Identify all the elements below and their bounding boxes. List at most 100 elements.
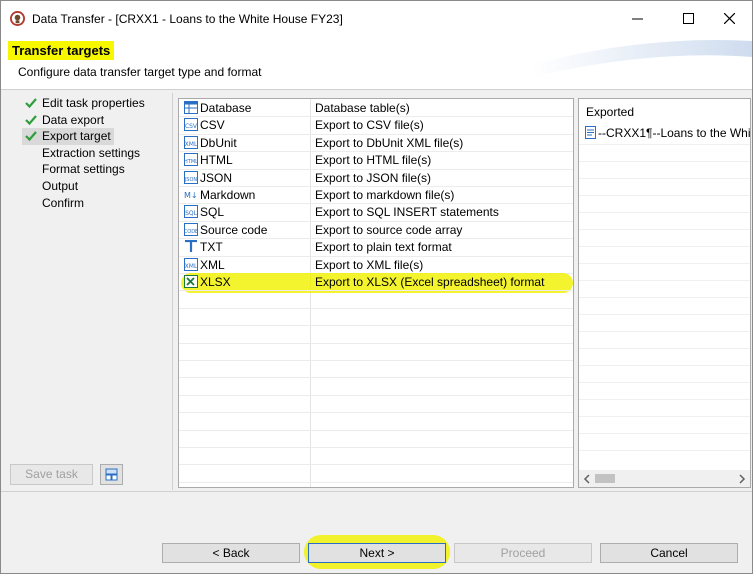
dbeaver-app-icon (10, 11, 25, 26)
step-label: Format settings (42, 162, 125, 177)
empty-row (179, 308, 573, 327)
svg-text:HTML: HTML (184, 159, 198, 165)
svg-text:XML: XML (185, 263, 198, 270)
step-label: Extraction settings (42, 145, 141, 160)
source-code-icon: CODE (184, 222, 198, 236)
svg-text:SQL: SQL (185, 210, 198, 217)
html-icon: HTML (184, 153, 198, 167)
json-icon: JSON (184, 170, 198, 184)
target-name: Markdown (200, 188, 256, 202)
empty-row (179, 290, 573, 309)
check-icon (25, 131, 37, 142)
target-description: Database table(s) (315, 101, 410, 115)
panel-divider (172, 93, 173, 490)
task-config-icon (105, 468, 118, 481)
empty-row (179, 464, 573, 483)
maximize-button[interactable] (665, 1, 711, 35)
target-description: Export to JSON file(s) (315, 170, 432, 185)
target-name: TXT (200, 240, 223, 255)
target-row-sql[interactable]: SQL SQL Export to SQL INSERT statements (179, 203, 573, 222)
next-button[interactable]: Next > (308, 543, 446, 563)
empty-row (179, 343, 573, 361)
check-icon (25, 114, 37, 125)
target-row-markdown[interactable]: M↓ Markdown Export to markdown file(s) (179, 186, 573, 205)
page-title: Transfer targets (8, 41, 115, 60)
target-description: Export to HTML file(s) (315, 153, 432, 168)
target-row-database[interactable]: Database Database table(s) (179, 99, 573, 118)
target-description: Export to source code array (315, 222, 463, 237)
target-name: JSON (200, 170, 233, 185)
close-icon (723, 12, 735, 24)
step-label: Export target (42, 129, 111, 144)
txt-icon (185, 240, 197, 253)
target-description: Export to CSV file(s) (315, 118, 424, 133)
wizard-header: Transfer targets Configure data transfer… (1, 35, 752, 90)
scrollbar-thumb[interactable] (595, 474, 615, 483)
target-row-json[interactable]: JSON JSON Export to JSON file(s) (179, 169, 573, 187)
step-export-target[interactable]: Export target (22, 128, 114, 145)
save-task-button[interactable]: Save task (10, 464, 93, 485)
data-transfer-window: Data Transfer - [CRXX1 - Loans to the Wh… (0, 0, 753, 574)
database-icon (184, 101, 198, 114)
document-icon (585, 126, 596, 139)
svg-text:M↓: M↓ (184, 191, 198, 200)
target-row-xml[interactable]: XML XML Export to XML file(s) (179, 256, 573, 274)
step-confirm[interactable]: Confirm (9, 195, 169, 212)
target-row-html[interactable]: HTML HTML Export to HTML file(s) (179, 151, 573, 170)
step-label: Data export (42, 112, 105, 127)
step-label: Edit task properties (42, 96, 145, 110)
target-description: Export to SQL INSERT statements (315, 205, 499, 220)
close-button[interactable] (706, 1, 752, 35)
minimize-icon (631, 18, 643, 19)
csv-icon: CSV (184, 118, 198, 132)
exported-header: Exported (586, 105, 635, 119)
empty-row (179, 412, 573, 431)
wizard-steps: Edit task properties Data export Export … (9, 95, 169, 211)
svg-text:CSV: CSV (185, 123, 198, 130)
xlsx-icon (184, 275, 198, 288)
target-name: SQL (200, 205, 225, 220)
target-name: XLSX (200, 275, 231, 289)
maximize-icon (682, 12, 694, 24)
empty-row (179, 325, 573, 344)
target-row-dbunit[interactable]: XML DbUnit Export to DbUnit XML file(s) (179, 134, 573, 153)
target-name: Source code (200, 222, 268, 237)
empty-row (179, 360, 573, 379)
target-description: Export to XLSX (Excel spreadsheet) forma… (315, 275, 545, 289)
proceed-button[interactable]: Proceed (454, 543, 592, 563)
svg-text:XML: XML (185, 141, 198, 148)
empty-row (179, 430, 573, 448)
task-config-button[interactable] (100, 464, 123, 485)
target-name: HTML (200, 153, 233, 168)
horizontal-scrollbar[interactable] (579, 470, 750, 487)
target-description: Export to markdown file(s) (315, 188, 455, 202)
window-title: Data Transfer - [CRXX1 - Loans to the Wh… (32, 12, 343, 26)
target-description: Export to DbUnit XML file(s) (315, 135, 464, 150)
back-button[interactable]: < Back (162, 543, 300, 563)
exported-item[interactable]: --CRXX1¶--Loans to the White (585, 126, 751, 140)
target-row-txt[interactable]: TXT Export to plain text format (179, 238, 573, 257)
exported-objects-panel[interactable]: Exported --CRXX1¶--Loans to the White (578, 98, 751, 488)
svg-text:JSON: JSON (184, 177, 197, 183)
scroll-right-icon[interactable] (737, 474, 747, 484)
sql-icon: SQL (184, 205, 198, 219)
target-row-source-code[interactable]: CODE Source code Export to source code a… (179, 221, 573, 240)
target-description: Export to XML file(s) (315, 257, 424, 272)
cancel-button[interactable]: Cancel (600, 543, 738, 563)
transfer-targets-table[interactable]: Database Database table(s) CSV CSV Expor… (178, 98, 574, 488)
target-row-xlsx[interactable]: XLSX Export to XLSX (Excel spreadsheet) … (179, 273, 573, 292)
minimize-button[interactable] (614, 1, 660, 35)
scroll-left-icon[interactable] (582, 474, 592, 484)
target-row-csv[interactable]: CSV CSV Export to CSV file(s) (179, 116, 573, 135)
exported-item-label: --CRXX1¶--Loans to the White (598, 126, 751, 140)
empty-row (179, 447, 573, 466)
step-edit-task-properties[interactable]: Edit task properties (9, 95, 169, 112)
step-output[interactable]: Output (9, 178, 169, 195)
empty-row (179, 377, 573, 396)
step-extraction-settings[interactable]: Extraction settings (9, 145, 169, 162)
empty-row (179, 395, 573, 414)
dbunit-icon: XML (184, 135, 198, 149)
step-data-export[interactable]: Data export (9, 112, 169, 129)
step-format-settings[interactable]: Format settings (9, 161, 169, 178)
step-label: Output (42, 178, 79, 193)
